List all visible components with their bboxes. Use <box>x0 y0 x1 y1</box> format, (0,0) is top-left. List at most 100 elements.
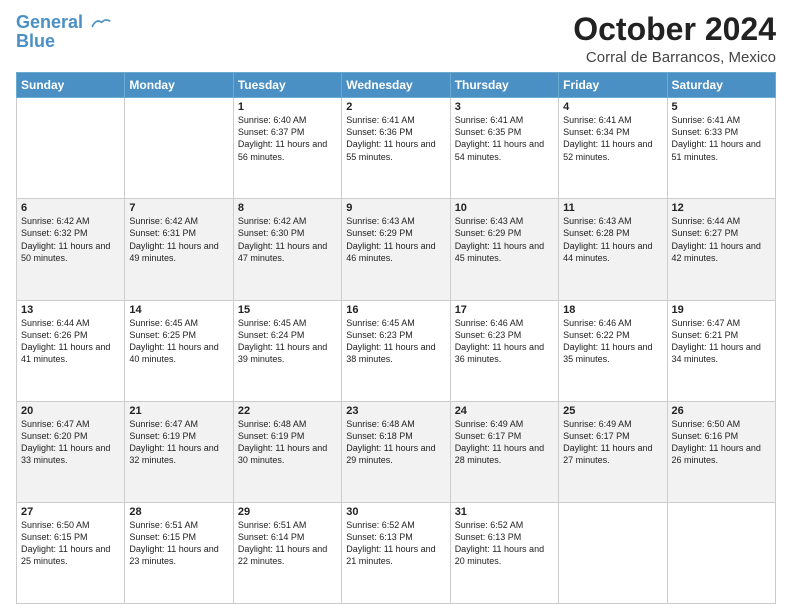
day-info: Sunrise: 6:41 AMSunset: 6:36 PMDaylight:… <box>346 114 445 163</box>
calendar-cell: 21Sunrise: 6:47 AMSunset: 6:19 PMDayligh… <box>125 401 233 502</box>
day-number: 5 <box>672 101 771 113</box>
day-number: 14 <box>129 304 228 316</box>
day-info: Sunrise: 6:42 AMSunset: 6:32 PMDaylight:… <box>21 215 120 264</box>
calendar-cell: 9Sunrise: 6:43 AMSunset: 6:29 PMDaylight… <box>342 199 450 300</box>
day-info: Sunrise: 6:44 AMSunset: 6:27 PMDaylight:… <box>672 215 771 264</box>
calendar-week-3: 13Sunrise: 6:44 AMSunset: 6:26 PMDayligh… <box>17 300 776 401</box>
calendar-cell: 24Sunrise: 6:49 AMSunset: 6:17 PMDayligh… <box>450 401 558 502</box>
day-info: Sunrise: 6:45 AMSunset: 6:24 PMDaylight:… <box>238 317 337 366</box>
day-info: Sunrise: 6:47 AMSunset: 6:19 PMDaylight:… <box>129 418 228 467</box>
day-number: 27 <box>21 506 120 518</box>
calendar-cell: 18Sunrise: 6:46 AMSunset: 6:22 PMDayligh… <box>559 300 667 401</box>
day-number: 1 <box>238 101 337 113</box>
calendar-cell: 25Sunrise: 6:49 AMSunset: 6:17 PMDayligh… <box>559 401 667 502</box>
day-info: Sunrise: 6:49 AMSunset: 6:17 PMDaylight:… <box>455 418 554 467</box>
day-info: Sunrise: 6:41 AMSunset: 6:34 PMDaylight:… <box>563 114 662 163</box>
calendar-cell: 30Sunrise: 6:52 AMSunset: 6:13 PMDayligh… <box>342 502 450 603</box>
calendar-cell <box>667 502 775 603</box>
calendar-header-row: SundayMondayTuesdayWednesdayThursdayFrid… <box>17 73 776 98</box>
day-number: 3 <box>455 101 554 113</box>
logo-blue: Blue <box>16 31 55 52</box>
day-info: Sunrise: 6:52 AMSunset: 6:13 PMDaylight:… <box>346 519 445 568</box>
day-number: 21 <box>129 405 228 417</box>
calendar-cell: 26Sunrise: 6:50 AMSunset: 6:16 PMDayligh… <box>667 401 775 502</box>
title-block: October 2024 Corral de Barrancos, Mexico <box>573 12 776 66</box>
calendar-header-friday: Friday <box>559 73 667 98</box>
day-info: Sunrise: 6:44 AMSunset: 6:26 PMDaylight:… <box>21 317 120 366</box>
day-number: 12 <box>672 202 771 214</box>
day-number: 22 <box>238 405 337 417</box>
day-number: 13 <box>21 304 120 316</box>
logo-text: General <box>16 12 111 33</box>
calendar: SundayMondayTuesdayWednesdayThursdayFrid… <box>16 72 776 604</box>
day-info: Sunrise: 6:41 AMSunset: 6:33 PMDaylight:… <box>672 114 771 163</box>
calendar-cell: 4Sunrise: 6:41 AMSunset: 6:34 PMDaylight… <box>559 98 667 199</box>
day-number: 11 <box>563 202 662 214</box>
day-info: Sunrise: 6:52 AMSunset: 6:13 PMDaylight:… <box>455 519 554 568</box>
calendar-cell: 2Sunrise: 6:41 AMSunset: 6:36 PMDaylight… <box>342 98 450 199</box>
day-info: Sunrise: 6:41 AMSunset: 6:35 PMDaylight:… <box>455 114 554 163</box>
day-number: 19 <box>672 304 771 316</box>
day-info: Sunrise: 6:42 AMSunset: 6:30 PMDaylight:… <box>238 215 337 264</box>
calendar-cell: 6Sunrise: 6:42 AMSunset: 6:32 PMDaylight… <box>17 199 125 300</box>
day-number: 8 <box>238 202 337 214</box>
day-number: 7 <box>129 202 228 214</box>
calendar-cell: 19Sunrise: 6:47 AMSunset: 6:21 PMDayligh… <box>667 300 775 401</box>
day-number: 2 <box>346 101 445 113</box>
calendar-cell: 27Sunrise: 6:50 AMSunset: 6:15 PMDayligh… <box>17 502 125 603</box>
day-info: Sunrise: 6:51 AMSunset: 6:14 PMDaylight:… <box>238 519 337 568</box>
calendar-cell: 10Sunrise: 6:43 AMSunset: 6:29 PMDayligh… <box>450 199 558 300</box>
day-number: 15 <box>238 304 337 316</box>
day-number: 23 <box>346 405 445 417</box>
page: General Blue October 2024 Corral de Barr… <box>0 0 792 612</box>
day-info: Sunrise: 6:43 AMSunset: 6:28 PMDaylight:… <box>563 215 662 264</box>
day-info: Sunrise: 6:50 AMSunset: 6:15 PMDaylight:… <box>21 519 120 568</box>
day-number: 20 <box>21 405 120 417</box>
calendar-cell: 7Sunrise: 6:42 AMSunset: 6:31 PMDaylight… <box>125 199 233 300</box>
month-title: October 2024 <box>573 12 776 47</box>
day-number: 9 <box>346 202 445 214</box>
day-number: 17 <box>455 304 554 316</box>
day-info: Sunrise: 6:42 AMSunset: 6:31 PMDaylight:… <box>129 215 228 264</box>
day-info: Sunrise: 6:47 AMSunset: 6:21 PMDaylight:… <box>672 317 771 366</box>
day-info: Sunrise: 6:50 AMSunset: 6:16 PMDaylight:… <box>672 418 771 467</box>
day-info: Sunrise: 6:43 AMSunset: 6:29 PMDaylight:… <box>455 215 554 264</box>
header: General Blue October 2024 Corral de Barr… <box>16 12 776 66</box>
day-info: Sunrise: 6:46 AMSunset: 6:23 PMDaylight:… <box>455 317 554 366</box>
day-info: Sunrise: 6:48 AMSunset: 6:18 PMDaylight:… <box>346 418 445 467</box>
calendar-cell: 13Sunrise: 6:44 AMSunset: 6:26 PMDayligh… <box>17 300 125 401</box>
day-number: 16 <box>346 304 445 316</box>
day-number: 10 <box>455 202 554 214</box>
day-number: 18 <box>563 304 662 316</box>
calendar-cell: 11Sunrise: 6:43 AMSunset: 6:28 PMDayligh… <box>559 199 667 300</box>
logo-bird-icon <box>91 16 111 30</box>
day-number: 29 <box>238 506 337 518</box>
day-info: Sunrise: 6:45 AMSunset: 6:23 PMDaylight:… <box>346 317 445 366</box>
calendar-cell: 16Sunrise: 6:45 AMSunset: 6:23 PMDayligh… <box>342 300 450 401</box>
calendar-cell: 1Sunrise: 6:40 AMSunset: 6:37 PMDaylight… <box>233 98 341 199</box>
calendar-cell: 5Sunrise: 6:41 AMSunset: 6:33 PMDaylight… <box>667 98 775 199</box>
calendar-cell: 17Sunrise: 6:46 AMSunset: 6:23 PMDayligh… <box>450 300 558 401</box>
day-info: Sunrise: 6:46 AMSunset: 6:22 PMDaylight:… <box>563 317 662 366</box>
day-number: 25 <box>563 405 662 417</box>
logo: General Blue <box>16 12 111 52</box>
day-info: Sunrise: 6:45 AMSunset: 6:25 PMDaylight:… <box>129 317 228 366</box>
day-number: 30 <box>346 506 445 518</box>
day-number: 31 <box>455 506 554 518</box>
calendar-header-tuesday: Tuesday <box>233 73 341 98</box>
day-number: 6 <box>21 202 120 214</box>
calendar-week-1: 1Sunrise: 6:40 AMSunset: 6:37 PMDaylight… <box>17 98 776 199</box>
calendar-cell: 31Sunrise: 6:52 AMSunset: 6:13 PMDayligh… <box>450 502 558 603</box>
calendar-header-wednesday: Wednesday <box>342 73 450 98</box>
calendar-cell: 29Sunrise: 6:51 AMSunset: 6:14 PMDayligh… <box>233 502 341 603</box>
day-info: Sunrise: 6:51 AMSunset: 6:15 PMDaylight:… <box>129 519 228 568</box>
calendar-header-sunday: Sunday <box>17 73 125 98</box>
day-info: Sunrise: 6:49 AMSunset: 6:17 PMDaylight:… <box>563 418 662 467</box>
day-info: Sunrise: 6:40 AMSunset: 6:37 PMDaylight:… <box>238 114 337 163</box>
location: Corral de Barrancos, Mexico <box>573 49 776 66</box>
calendar-cell <box>125 98 233 199</box>
day-info: Sunrise: 6:48 AMSunset: 6:19 PMDaylight:… <box>238 418 337 467</box>
calendar-header-saturday: Saturday <box>667 73 775 98</box>
calendar-cell: 14Sunrise: 6:45 AMSunset: 6:25 PMDayligh… <box>125 300 233 401</box>
day-number: 26 <box>672 405 771 417</box>
